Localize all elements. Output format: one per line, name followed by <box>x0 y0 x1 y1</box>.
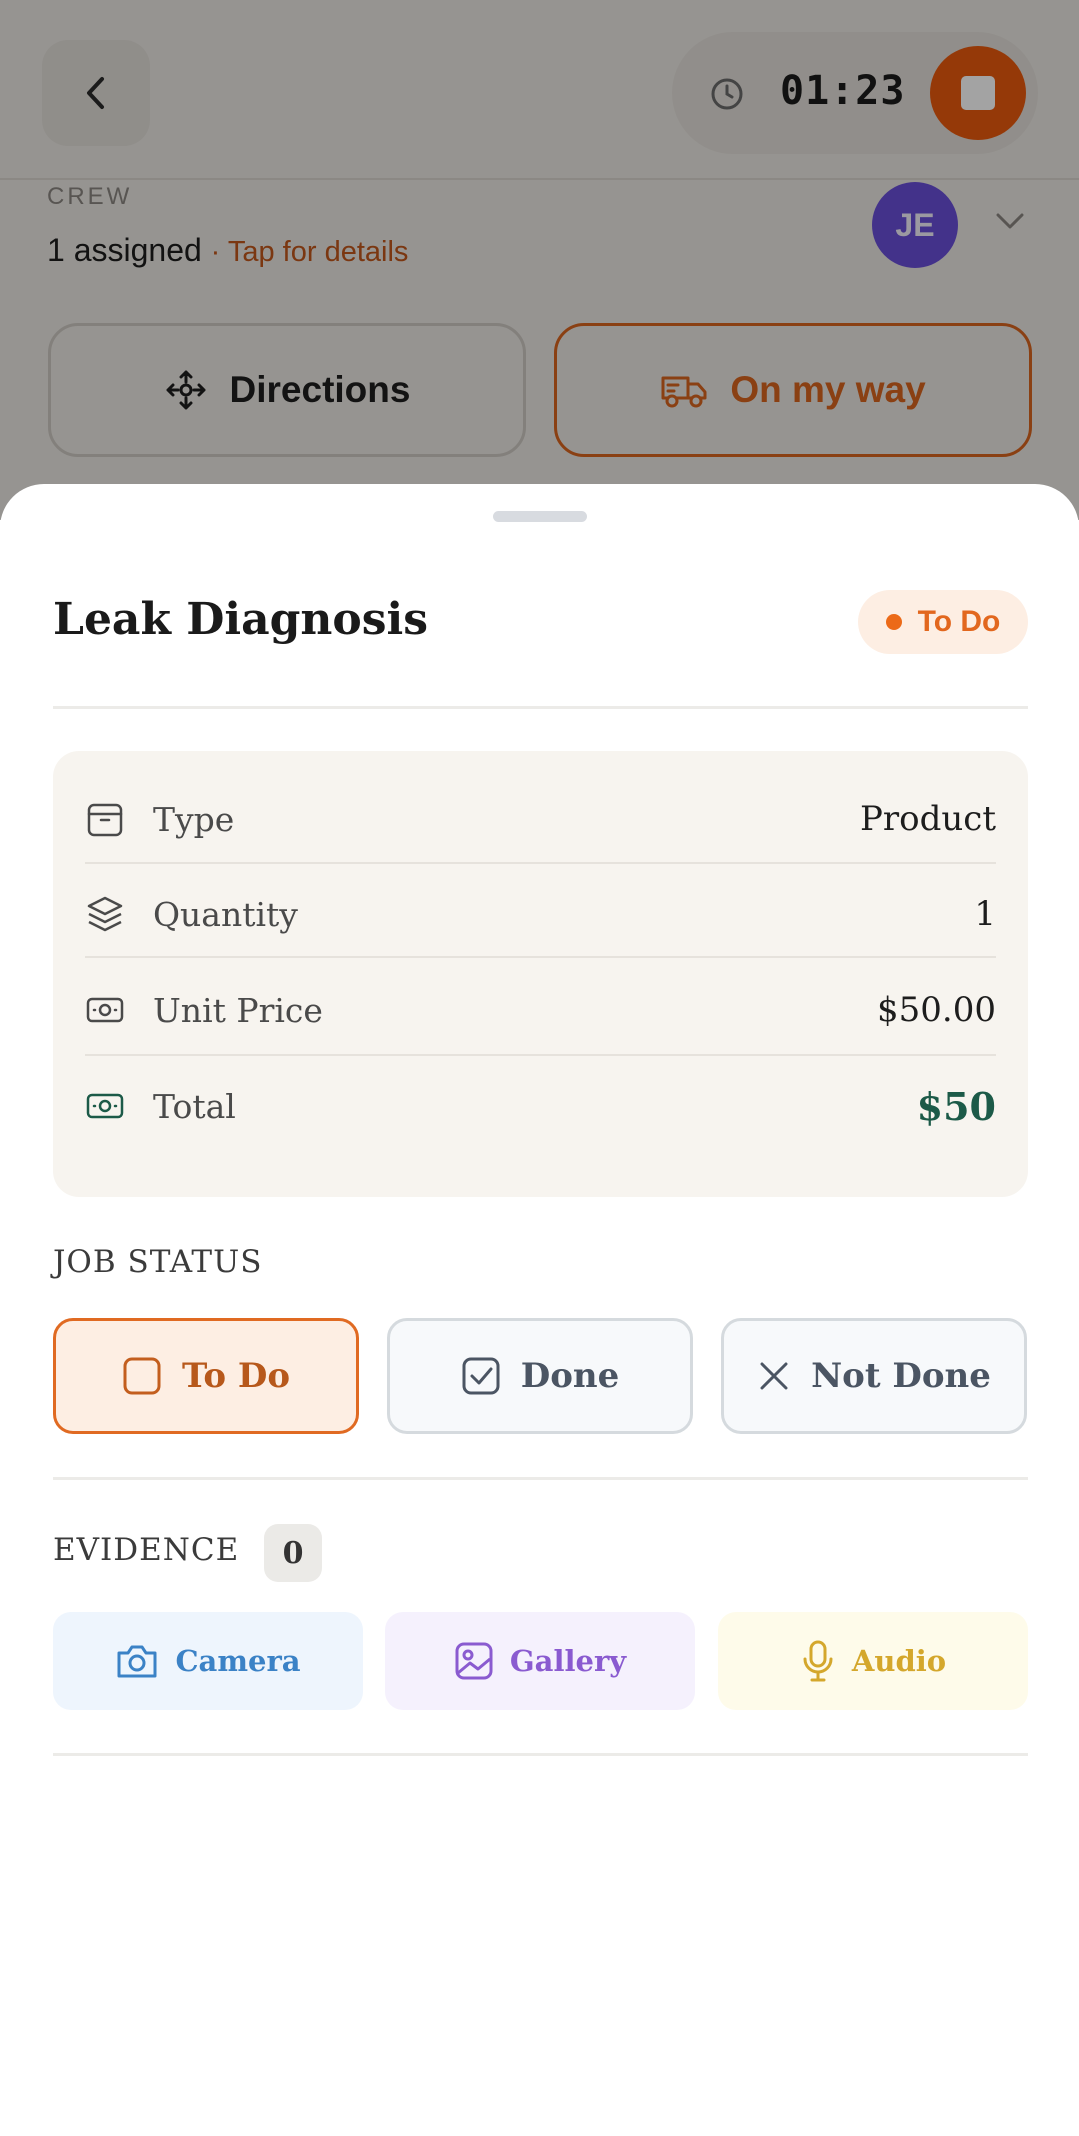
banknote-icon <box>86 1093 124 1119</box>
status-option-not-done[interactable]: Not Done <box>721 1318 1027 1434</box>
title-divider <box>53 706 1028 709</box>
evidence-divider <box>53 1753 1028 1756</box>
status-option-todo[interactable]: To Do <box>53 1318 359 1434</box>
detail-row-type: Type Product <box>85 771 996 867</box>
checkbox-icon <box>462 1357 500 1395</box>
job-status-heading: JOB STATUS <box>53 1244 263 1280</box>
modal-scrim[interactable] <box>0 0 1079 520</box>
gallery-label: Gallery <box>509 1644 627 1678</box>
camera-label: Camera <box>175 1644 301 1678</box>
audio-label: Audio <box>851 1644 947 1678</box>
layers-icon <box>87 896 123 932</box>
unit-price-value: $50.00 <box>877 990 996 1030</box>
evidence-heading: EVIDENCE <box>53 1532 240 1568</box>
square-icon <box>123 1357 161 1395</box>
quantity-value: 1 <box>974 894 996 934</box>
box-icon <box>87 803 123 837</box>
total-value: $50 <box>916 1083 996 1129</box>
total-label: Total <box>153 1086 236 1126</box>
status-option-label: To Do <box>181 1356 291 1396</box>
gallery-button[interactable]: Gallery <box>385 1612 695 1710</box>
status-option-label: Not Done <box>811 1356 991 1396</box>
row-divider <box>85 1054 996 1056</box>
status-option-done[interactable]: Done <box>387 1318 693 1434</box>
quantity-label: Quantity <box>153 894 298 934</box>
audio-button[interactable]: Audio <box>718 1612 1028 1710</box>
status-option-label: Done <box>520 1356 620 1396</box>
camera-button[interactable]: Camera <box>53 1612 363 1710</box>
page-title: Leak Diagnosis <box>53 594 428 645</box>
detail-row-quantity: Quantity 1 <box>85 866 996 962</box>
job-item-sheet: Leak Diagnosis To Do Type Product Quanti… <box>0 484 1079 2136</box>
item-details-card: Type Product Quantity 1 Unit Price $50.0… <box>53 751 1028 1197</box>
banknote-icon <box>86 997 124 1023</box>
type-value: Product <box>860 799 996 839</box>
row-divider <box>85 956 996 958</box>
sheet-grabber[interactable] <box>493 511 587 522</box>
row-divider <box>85 862 996 864</box>
status-badge: To Do <box>858 590 1028 654</box>
close-icon <box>760 1362 788 1390</box>
type-label: Type <box>153 799 235 839</box>
evidence-count-badge: 0 <box>264 1524 322 1582</box>
unit-price-label: Unit Price <box>153 990 323 1030</box>
image-icon <box>455 1642 493 1680</box>
camera-icon <box>117 1645 157 1678</box>
status-dot-icon <box>885 614 902 630</box>
status-divider <box>53 1477 1028 1480</box>
detail-row-unit-price: Unit Price $50.00 <box>85 962 996 1058</box>
status-badge-label: To Do <box>917 605 1001 638</box>
detail-row-total: Total $50 <box>85 1058 996 1154</box>
microphone-icon <box>803 1640 833 1682</box>
